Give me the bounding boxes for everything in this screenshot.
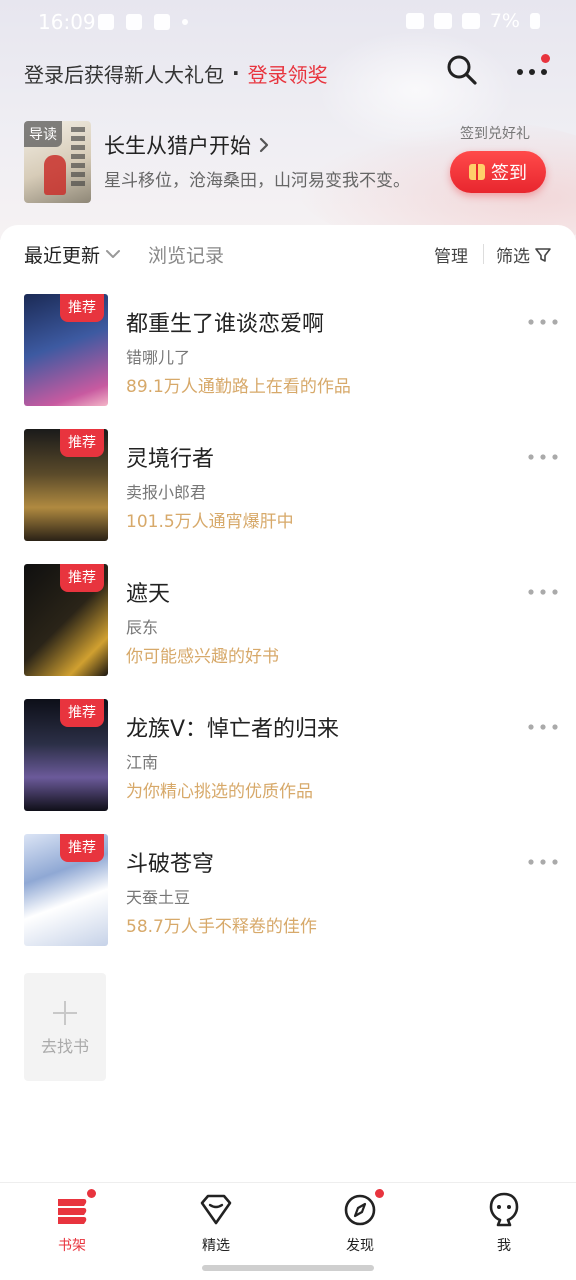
sort-tabs: 最近更新 浏览记录 <box>24 240 224 268</box>
login-link[interactable]: 登录领奖 <box>248 59 328 88</box>
signin-label: 签到 <box>491 163 527 184</box>
gallery-icon <box>126 14 142 30</box>
more-icon[interactable] <box>512 54 552 88</box>
book-author: 卖报小郎君 <box>126 483 207 502</box>
book-title: 龙族Ⅴ：悼亡者的归来 <box>126 717 340 742</box>
cover-tag: 导读 <box>24 121 62 147</box>
plus-icon <box>53 1001 77 1025</box>
filter-label: 筛选 <box>496 247 530 267</box>
more-options-icon[interactable] <box>526 314 560 330</box>
filter-icon <box>535 247 551 262</box>
more-options-icon[interactable] <box>526 449 560 465</box>
notification-icon <box>98 14 114 30</box>
book-item[interactable]: 推荐 灵境行者 卖报小郎君 101.5万人通宵爆肝中 <box>0 429 576 541</box>
book-title: 遮天 <box>126 582 171 607</box>
book-item[interactable]: 推荐 龙族Ⅴ：悼亡者的归来 江南 为你精心挑选的优质作品 <box>0 699 576 811</box>
cover-title-art <box>71 127 85 187</box>
book-note: 为你精心挑选的优质作品 <box>126 782 313 802</box>
tab-featured[interactable]: 精选 <box>171 1191 261 1261</box>
book-cover[interactable]: 推荐 <box>24 699 108 811</box>
browse-history-tab[interactable]: 浏览记录 <box>148 241 224 268</box>
manage-button[interactable]: 管理 <box>434 242 468 267</box>
home-indicator[interactable] <box>202 1265 374 1271</box>
tab-bookshelf[interactable]: 书架 <box>27 1189 117 1261</box>
diamond-icon <box>200 1194 232 1225</box>
status-time: 16:09 <box>38 10 96 34</box>
book-author: 辰东 <box>126 618 159 637</box>
wifi-icon <box>433 13 452 29</box>
cloud-icon <box>154 14 170 30</box>
tab-profile[interactable]: 我 <box>459 1191 549 1261</box>
find-book-button[interactable]: 去找书 <box>24 973 106 1081</box>
book-author: 天蚕土豆 <box>126 888 191 907</box>
recommended-book-title[interactable]: 长生从猎户开始 <box>104 130 271 160</box>
recent-updates-dropdown[interactable]: 最近更新 <box>24 241 122 268</box>
book-title: 都重生了谁谈恋爱啊 <box>126 312 325 337</box>
tab-label: 精选 <box>202 1238 230 1254</box>
cover-figure <box>44 155 66 195</box>
tab-label: 发现 <box>346 1238 374 1254</box>
book-title: 斗破苍穹 <box>126 852 215 877</box>
book-author: 错哪儿了 <box>126 348 191 367</box>
battery-icon <box>530 13 540 29</box>
more-options-icon[interactable] <box>526 719 560 735</box>
signal-icon <box>461 13 480 29</box>
recommend-badge: 推荐 <box>60 564 104 592</box>
recommend-badge: 推荐 <box>60 294 104 322</box>
recommended-book-cover[interactable]: 导读 <box>24 121 91 203</box>
bookshelf-icon <box>58 1199 87 1224</box>
more-notifications-dot <box>182 19 188 25</box>
book-cover[interactable]: 推荐 <box>24 429 108 541</box>
book-note: 58.7万人手不释卷的佳作 <box>126 917 317 937</box>
book-title: 灵境行者 <box>126 447 215 472</box>
book-item[interactable]: 推荐 斗破苍穹 天蚕土豆 58.7万人手不释卷的佳作 <box>0 834 576 946</box>
signin-hint: 签到兑好礼 <box>460 126 530 142</box>
chevron-right-icon <box>259 137 269 153</box>
recommended-title-text: 长生从猎户开始 <box>104 134 251 158</box>
book-author: 江南 <box>126 753 159 772</box>
chevron-down-icon <box>106 250 121 258</box>
book-item[interactable]: 推荐 遮天 辰东 你可能感兴趣的好书 <box>0 564 576 676</box>
book-cover[interactable]: 推荐 <box>24 564 108 676</box>
book-note: 89.1万人通勤路上在看的作品 <box>126 377 351 397</box>
tab-label: 书架 <box>58 1238 86 1254</box>
status-bar: 16:09 7% <box>0 0 576 46</box>
profile-icon <box>489 1192 519 1227</box>
battery-level: 7% <box>489 10 520 32</box>
filter-button[interactable]: 筛选 <box>496 242 552 267</box>
more-options-icon[interactable] <box>526 584 560 600</box>
signin-button[interactable]: 签到 <box>450 151 546 193</box>
book-item[interactable]: 推荐 都重生了谁谈恋爱啊 错哪儿了 89.1万人通勤路上在看的作品 <box>0 294 576 406</box>
gift-icon <box>469 164 485 180</box>
notification-icons <box>98 14 188 30</box>
find-book-label: 去找书 <box>40 1037 89 1056</box>
login-promo: 登录后获得新人大礼包 · 登录领奖 <box>24 58 328 88</box>
divider <box>483 244 484 264</box>
more-options-icon[interactable] <box>526 854 560 870</box>
recommended-book-description: 星斗移位，沧海桑田，山河易变我不变。 <box>104 171 410 191</box>
tab-discover[interactable]: 发现 <box>315 1189 405 1261</box>
compass-icon <box>344 1194 376 1226</box>
search-icon[interactable] <box>444 52 480 88</box>
book-note: 你可能感兴趣的好书 <box>126 647 279 667</box>
recommend-badge: 推荐 <box>60 429 104 457</box>
book-note: 101.5万人通宵爆肝中 <box>126 512 294 532</box>
recent-updates-label: 最近更新 <box>24 244 101 267</box>
tab-label: 我 <box>497 1238 511 1254</box>
book-cover[interactable]: 推荐 <box>24 834 108 946</box>
recommend-badge: 推荐 <box>60 834 104 862</box>
notification-dot <box>541 54 550 63</box>
mute-icon <box>405 13 424 29</box>
promo-text: 登录后获得新人大礼包 <box>24 62 224 87</box>
book-cover[interactable]: 推荐 <box>24 294 108 406</box>
tab-badge <box>375 1189 384 1198</box>
system-icons: 7% <box>405 10 540 32</box>
recommend-badge: 推荐 <box>60 699 104 727</box>
promo-separator: · <box>232 61 240 85</box>
tab-badge <box>87 1189 96 1198</box>
